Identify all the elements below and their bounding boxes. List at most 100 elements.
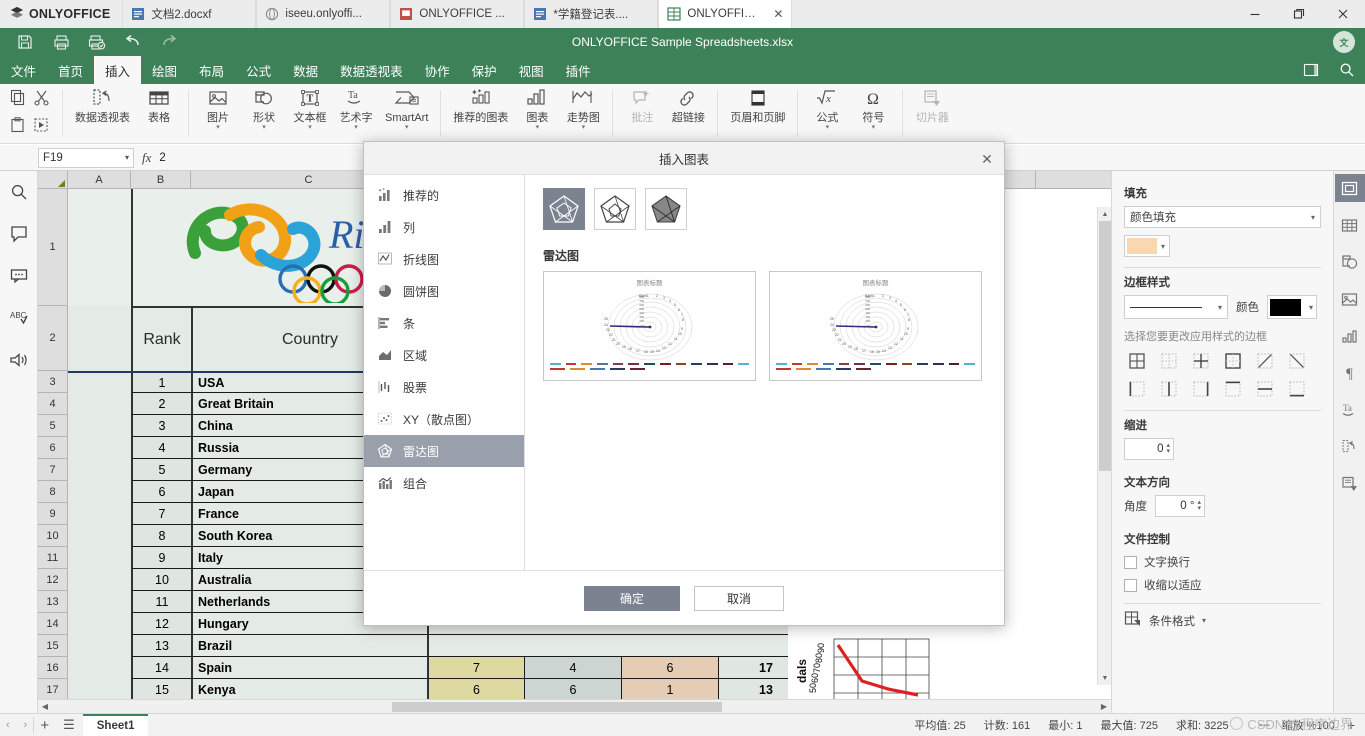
cell-d16-gold[interactable]: 7 — [427, 657, 524, 679]
smartart-button[interactable]: SmartArt ▾ — [379, 84, 434, 143]
vertical-scroll-thumb[interactable] — [1099, 221, 1111, 471]
cell-b4[interactable]: 2 — [131, 393, 191, 415]
document-tab-4[interactable]: ONLYOFFICE ... ✕ — [658, 0, 793, 28]
cell-b6[interactable]: 4 — [131, 437, 191, 459]
picture-button[interactable]: 图片 ▾ — [195, 84, 241, 143]
chevron-down-icon[interactable]: ▾ — [125, 153, 129, 162]
shape-button[interactable]: 形状 ▾ — [241, 84, 287, 143]
ok-button[interactable]: 确定 — [584, 585, 680, 611]
cell-c15[interactable]: Brazil — [191, 635, 427, 657]
chart-settings-icon[interactable] — [1335, 322, 1365, 350]
menu-item-view[interactable]: 视图 — [508, 56, 555, 84]
chart-type-area[interactable]: 区域 — [364, 339, 524, 371]
border-cross-icon[interactable] — [1188, 350, 1214, 372]
border-all-icon[interactable] — [1124, 350, 1150, 372]
vertical-scrollbar[interactable]: ▲ ▼ — [1097, 207, 1111, 685]
chevron-down-icon[interactable]: ▾ — [582, 124, 586, 131]
row-header-10[interactable]: 10 — [38, 525, 67, 547]
cell-b12[interactable]: 10 — [131, 569, 191, 591]
chevron-down-icon[interactable]: ▾ — [354, 124, 358, 131]
border-line-style-select[interactable]: ▾ — [1124, 295, 1228, 319]
shrink-fit-checkbox[interactable] — [1124, 578, 1137, 592]
angle-stepper[interactable]: 0 ° ▴ ▾ — [1155, 495, 1205, 517]
cell-b11[interactable]: 9 — [131, 547, 191, 569]
feedback-icon[interactable] — [6, 347, 32, 373]
chart-type-combo[interactable]: 组合 — [364, 467, 524, 499]
cell-b9[interactable]: 7 — [131, 503, 191, 525]
column-header-b[interactable]: B — [131, 171, 191, 188]
wordart-button[interactable]: Ta 艺术字 ▾ — [333, 84, 379, 143]
comment-icon[interactable] — [6, 221, 32, 247]
row-header-7[interactable]: 7 — [38, 459, 67, 481]
cell-e17-silver[interactable]: 6 — [524, 679, 621, 699]
table-button[interactable]: 表格 — [136, 84, 182, 143]
textbox-button[interactable]: T 文本框 ▾ — [287, 84, 333, 143]
cell-c17[interactable]: Kenya — [191, 679, 427, 699]
scroll-left-button[interactable]: ◀ — [38, 700, 52, 714]
radar-preview-2[interactable]: 图表标题 Rank1 2 3 4 5 6 7 8 9 10 11 12 13 1… — [769, 271, 982, 381]
menu-item-protection[interactable]: 保护 — [461, 56, 508, 84]
radar-filled-variant[interactable] — [645, 188, 687, 230]
cell-b17[interactable]: 15 — [131, 679, 191, 699]
insert-chart-dialog[interactable]: 插入图表 ✕ ✦ ✦ 推荐的 列 折线图 圆饼图 条 区域 股票 XY（散点图）… — [363, 141, 1005, 626]
pivot-settings-icon[interactable] — [1335, 433, 1365, 461]
chart-type-recommended[interactable]: ✦ ✦ 推荐的 — [364, 179, 524, 211]
row-header-4[interactable]: 4 — [38, 393, 67, 415]
row-header-3[interactable]: 3 — [38, 371, 67, 393]
zoom-in-button[interactable]: + — [1347, 717, 1355, 733]
save-icon[interactable] — [8, 29, 42, 55]
scroll-right-button[interactable]: ▶ — [1097, 700, 1111, 714]
cancel-button[interactable]: 取消 — [694, 585, 784, 611]
border-inner-icon[interactable] — [1156, 350, 1182, 372]
view-settings-icon[interactable] — [1293, 56, 1329, 84]
document-tab-3[interactable]: *学籍登记表.... — [524, 0, 659, 28]
image-settings-icon[interactable] — [1335, 285, 1365, 313]
menu-item-data[interactable]: 数据 — [282, 56, 329, 84]
chevron-down-icon[interactable]: ▾ — [405, 124, 409, 131]
close-icon[interactable]: ✕ — [769, 8, 783, 20]
quick-print-icon[interactable] — [80, 29, 114, 55]
cell-a2[interactable] — [68, 306, 131, 371]
menu-item-file[interactable]: 文件 — [0, 56, 47, 84]
chevron-down-icon[interactable]: ▾ — [872, 124, 876, 131]
radar-preview-1[interactable]: 图表标题 Rank1 2 3 4 5 6 7 8 9 10 11 12 13 1… — [543, 271, 756, 381]
border-diag-up-icon[interactable] — [1252, 350, 1278, 372]
border-vertical-icon[interactable] — [1156, 378, 1182, 400]
undo-icon[interactable] — [116, 29, 150, 55]
chevron-down-icon[interactable]: ▾ — [308, 124, 312, 131]
stepper-arrows-icon[interactable]: ▴ ▾ — [1194, 499, 1201, 512]
copy-icon[interactable] — [10, 89, 27, 111]
document-tab-1[interactable]: iseeu.onlyoffi... — [256, 0, 391, 28]
cell-b5[interactable]: 3 — [131, 415, 191, 437]
menu-item-formula[interactable]: 公式 — [235, 56, 282, 84]
paragraph-settings-icon[interactable]: ¶ — [1335, 359, 1365, 387]
chat-icon[interactable] — [6, 263, 32, 289]
chart-type-scatter[interactable]: XY（散点图） — [364, 403, 524, 435]
horizontal-scroll-thumb[interactable] — [392, 701, 722, 712]
hyperlink-button[interactable]: 超链接 — [665, 84, 711, 143]
row-header-12[interactable]: 12 — [38, 569, 67, 591]
slicer-button[interactable]: 切片器 — [909, 84, 955, 143]
chevron-down-icon[interactable]: ▾ — [1218, 303, 1222, 312]
document-tab-0[interactable]: 文档2.docxf — [122, 0, 257, 28]
stepper-arrows-icon[interactable]: ▴ ▾ — [1163, 442, 1170, 455]
zoom-out-button[interactable]: — — [1259, 719, 1270, 731]
menu-item-pivot[interactable]: 数据透视表 — [329, 56, 414, 84]
horizontal-scrollbar[interactable]: ◀ ▶ — [38, 699, 1111, 713]
next-sheet-button[interactable]: › — [24, 719, 28, 731]
row-header-17[interactable]: 17 — [38, 679, 67, 701]
redo-icon[interactable] — [152, 29, 186, 55]
chevron-down-icon[interactable]: ▾ — [1202, 616, 1206, 625]
wordart-settings-icon[interactable]: Ta — [1335, 396, 1365, 424]
chart-type-column[interactable]: 列 — [364, 211, 524, 243]
border-left-icon[interactable] — [1124, 378, 1150, 400]
cell-b7[interactable]: 5 — [131, 459, 191, 481]
chevron-down-icon[interactable]: ▾ — [536, 124, 540, 131]
chevron-down-icon[interactable]: ▾ — [1161, 242, 1167, 251]
chart-type-radar[interactable]: 雷达图 — [364, 435, 524, 467]
spellcheck-icon[interactable]: ABC — [6, 305, 32, 331]
border-bottom-icon[interactable] — [1284, 378, 1310, 400]
shrink-fit-row[interactable]: 收缩以适应 — [1124, 577, 1321, 593]
radar-line-variant[interactable] — [543, 188, 585, 230]
cell-b3[interactable]: 1 — [131, 371, 191, 393]
